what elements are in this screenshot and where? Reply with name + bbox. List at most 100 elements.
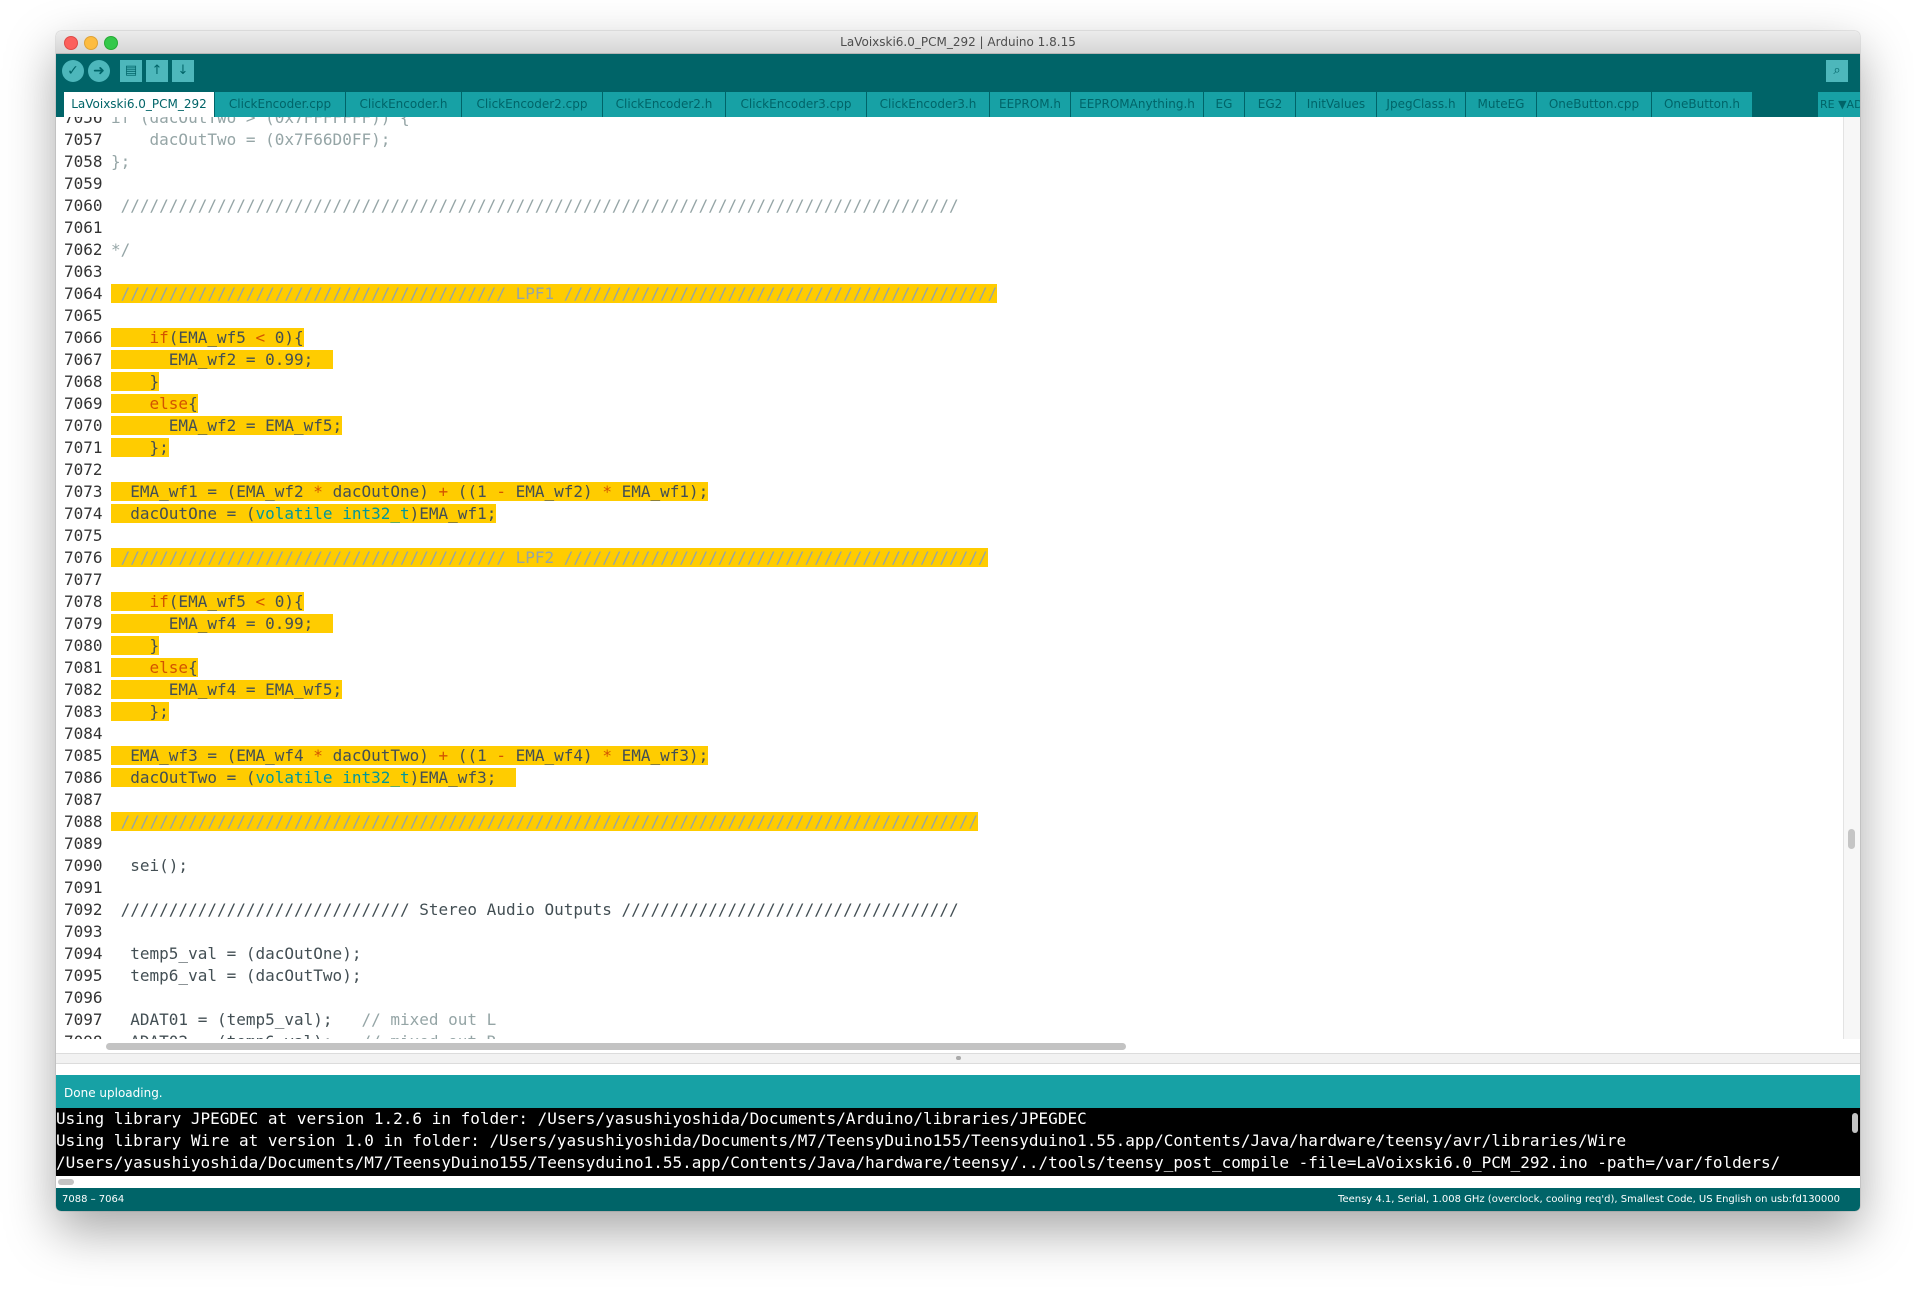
code-line[interactable]: 7097 ADAT01 = (temp5_val); // mixed out … — [56, 1009, 1844, 1031]
tab-initvalues[interactable]: InitValues — [1296, 92, 1377, 117]
tab-eg[interactable]: EG — [1204, 92, 1245, 117]
tab-jpegclass-h[interactable]: JpegClass.h — [1377, 92, 1466, 117]
code-line[interactable]: 7064 ///////////////////////////////////… — [56, 283, 1844, 305]
code-token: * — [602, 746, 612, 765]
tab-clickencoder-h[interactable]: ClickEncoder.h — [346, 92, 462, 117]
line-number: 7081 — [64, 658, 103, 677]
code-line[interactable]: 7086 dacOutTwo = (volatile int32_t)EMA_w… — [56, 767, 1844, 789]
tab-clickencoder2-cpp[interactable]: ClickEncoder2.cpp — [462, 92, 603, 117]
code-line[interactable]: 7075 — [56, 525, 1844, 547]
code-line[interactable]: 7080 } — [56, 635, 1844, 657]
code-editor[interactable]: 7056 if (dacOutTwo > (0x7FFFFFFF)) {7057 … — [56, 117, 1844, 1039]
line-number: 7077 — [64, 570, 103, 589]
code-line[interactable]: 7066 if(EMA_wf5 < 0){ — [56, 327, 1844, 349]
code-line[interactable]: 7079 EMA_wf4 = 0.99; — [56, 613, 1844, 635]
code-token: int32_t — [342, 768, 410, 787]
line-number: 7085 — [64, 746, 103, 765]
save-sketch-button[interactable]: ↓ — [172, 60, 194, 82]
editor-horizontal-scrollbar[interactable] — [56, 1039, 1844, 1053]
code-line[interactable]: 7060 ///////////////////////////////////… — [56, 195, 1844, 217]
code-line[interactable]: 7063 — [56, 261, 1844, 283]
code-line[interactable]: 7096 — [56, 987, 1844, 1009]
code-line[interactable]: 7084 — [56, 723, 1844, 745]
code-line[interactable]: 7092 ////////////////////////////// Ster… — [56, 899, 1844, 921]
code-line[interactable]: 7071 }; — [56, 437, 1844, 459]
editor-vertical-scroll-thumb[interactable] — [1848, 829, 1855, 849]
tab-clickencoder3-cpp[interactable]: ClickEncoder3.cpp — [726, 92, 867, 117]
code-token: sei(); — [111, 856, 189, 875]
editor-vertical-scrollbar[interactable] — [1843, 117, 1860, 1039]
tab-onebutton-h[interactable]: OneButton.h — [1652, 92, 1753, 117]
line-number: 7070 — [64, 416, 103, 435]
code-line[interactable]: 7089 — [56, 833, 1844, 855]
code-line[interactable]: 7093 — [56, 921, 1844, 943]
code-token: - — [496, 482, 506, 501]
code-line[interactable]: 7068 } — [56, 371, 1844, 393]
line-number: 7063 — [64, 262, 103, 281]
code-line[interactable]: 7081 else{ — [56, 657, 1844, 679]
code-line[interactable]: 7069 else{ — [56, 393, 1844, 415]
code-line[interactable]: 7070 EMA_wf2 = EMA_wf5; — [56, 415, 1844, 437]
open-sketch-button[interactable]: ↑ — [146, 60, 168, 82]
code-line[interactable]: 7078 if(EMA_wf5 < 0){ — [56, 591, 1844, 613]
new-sketch-button[interactable]: ▤ — [120, 60, 142, 82]
code-token: int32_t — [342, 504, 410, 523]
console-vertical-scroll-thumb[interactable] — [1852, 1113, 1858, 1133]
console-horizontal-scrollbar[interactable] — [56, 1176, 1860, 1188]
code-line[interactable]: 7058}; — [56, 151, 1844, 173]
code-token: * — [602, 482, 612, 501]
code-line[interactable]: 7073 EMA_wf1 = (EMA_wf2 * dacOutOne) + (… — [56, 481, 1844, 503]
code-line[interactable]: 7088 ///////////////////////////////////… — [56, 811, 1844, 833]
code-line[interactable]: 7077 — [56, 569, 1844, 591]
code-line[interactable]: 7085 EMA_wf3 = (EMA_wf4 * dacOutTwo) + (… — [56, 745, 1844, 767]
tab-onebutton-cpp[interactable]: OneButton.cpp — [1537, 92, 1652, 117]
code-line[interactable]: 7056 if (dacOutTwo > (0x7FFFFFFF)) { — [56, 117, 1844, 129]
tab-muteeg[interactable]: MuteEG — [1466, 92, 1537, 117]
code-line[interactable]: 7095 temp6_val = (dacOutTwo); — [56, 965, 1844, 987]
code-token: ADAT02 = (temp6_val); — [111, 1032, 361, 1039]
line-number: 7058 — [64, 152, 103, 171]
tab-eeprom-h[interactable]: EEPROM.h — [990, 92, 1071, 117]
tab-clickencoder2-h[interactable]: ClickEncoder2.h — [603, 92, 726, 117]
line-number: 7065 — [64, 306, 103, 325]
code-token: ((1 — [448, 746, 497, 765]
code-token: ////////////////////////////// Stereo Au… — [111, 900, 959, 919]
code-line[interactable]: 7062 */ — [56, 239, 1844, 261]
code-line[interactable]: 7065 — [56, 305, 1844, 327]
console-horizontal-scroll-thumb[interactable] — [58, 1179, 74, 1185]
line-number: 7087 — [64, 790, 103, 809]
code-line[interactable]: 7057 dacOutTwo = (0x7F66D0FF); — [56, 129, 1844, 151]
tab-menu-button[interactable]: RE ▼ADD — [1818, 92, 1860, 117]
tab-eg2[interactable]: EG2 — [1245, 92, 1296, 117]
tab-eepromanything-h[interactable]: EEPROMAnything.h — [1071, 92, 1204, 117]
code-line[interactable]: 7072 — [56, 459, 1844, 481]
code-text: EMA_wf4 = EMA_wf5; — [111, 679, 343, 701]
code-token: )EMA_wf3; — [409, 768, 516, 787]
code-line[interactable]: 7076 ///////////////////////////////////… — [56, 547, 1844, 569]
verify-button[interactable]: ✓ — [62, 60, 84, 82]
code-token: }; — [111, 702, 169, 721]
editor-horizontal-scroll-thumb[interactable] — [106, 1043, 1126, 1050]
serial-monitor-button[interactable]: ⌕ — [1826, 60, 1848, 82]
code-token: dacOutTwo) — [322, 746, 439, 765]
code-line[interactable]: 7087 — [56, 789, 1844, 811]
code-line[interactable]: 7061 — [56, 217, 1844, 239]
code-line[interactable]: 7067 EMA_wf2 = 0.99; — [56, 349, 1844, 371]
code-line[interactable]: 7074 dacOutOne = (volatile int32_t)EMA_w… — [56, 503, 1844, 525]
code-line[interactable]: 7091 — [56, 877, 1844, 899]
line-number: 7082 — [64, 680, 103, 699]
tab-clickencoder3-h[interactable]: ClickEncoder3.h — [867, 92, 990, 117]
upload-button[interactable]: ➜ — [88, 60, 110, 82]
line-number: 7074 — [64, 504, 103, 523]
code-line[interactable]: 7098 ADAT02 = (temp6_val); // mixed out … — [56, 1031, 1844, 1039]
console-splitter[interactable] — [56, 1053, 1860, 1064]
tab-clickencoder-cpp[interactable]: ClickEncoder.cpp — [215, 92, 346, 117]
code-token: ADAT01 = (temp5_val); — [111, 1010, 362, 1029]
tab-main-sketch[interactable]: LaVoixski6.0_PCM_292 — [64, 92, 215, 117]
line-number: 7064 — [64, 284, 103, 303]
code-line[interactable]: 7059 — [56, 173, 1844, 195]
code-line[interactable]: 7083 }; — [56, 701, 1844, 723]
code-line[interactable]: 7094 temp5_val = (dacOutOne); — [56, 943, 1844, 965]
code-line[interactable]: 7082 EMA_wf4 = EMA_wf5; — [56, 679, 1844, 701]
code-line[interactable]: 7090 sei(); — [56, 855, 1844, 877]
